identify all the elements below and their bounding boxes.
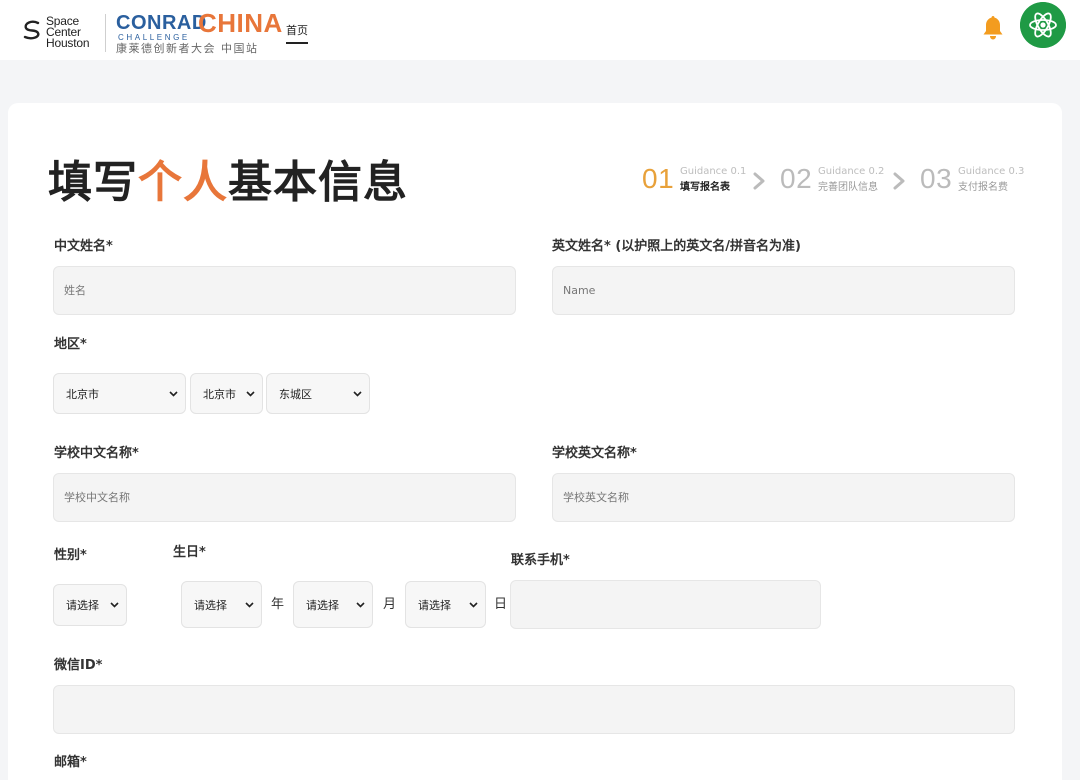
space-center-houston-logo[interactable]: Space Center Houston — [20, 14, 100, 52]
birth-month-value: 请选择 — [306, 598, 339, 612]
step-2-guidance: Guidance 0.2 — [818, 166, 885, 177]
step-2-name: 完善团队信息 — [818, 182, 878, 193]
chevron-down-icon — [353, 390, 362, 397]
email-label: 邮箱* — [54, 755, 87, 770]
step-1-name: 填写报名表 — [680, 182, 730, 193]
nav-home-link[interactable]: 首页 — [286, 24, 308, 38]
challenge-wordmark: CHALLENGE — [118, 33, 190, 42]
en-name-label: 英文姓名* (以护照上的英文名/拼音名为准) — [552, 239, 801, 254]
step-3-number: 03 — [920, 163, 953, 194]
space-center-houston-text: Space Center Houston — [46, 14, 90, 50]
step-3: 03 Guidance 0.3 支付报名费 — [920, 163, 1030, 197]
page-title: 填写个人基本信息 — [48, 157, 408, 208]
step-chevron-icon — [893, 172, 905, 190]
year-unit: 年 — [271, 597, 285, 612]
nav-active-underline — [286, 42, 308, 44]
gender-select[interactable]: 请选择 — [53, 584, 127, 626]
month-unit: 月 — [383, 597, 397, 612]
birth-year-value: 请选择 — [194, 598, 227, 612]
city-value: 北京市 — [203, 387, 236, 401]
conrad-wordmark: CONRAD — [116, 12, 207, 34]
school-en-input[interactable] — [552, 473, 1015, 522]
step-1: 01 Guidance 0.1 填写报名表 — [642, 163, 752, 197]
district-select[interactable]: 东城区 — [266, 373, 370, 414]
birth-month-select[interactable]: 请选择 — [293, 581, 373, 628]
step-1-guidance: Guidance 0.1 — [680, 166, 747, 177]
space-center-swirl-icon — [23, 20, 40, 40]
step-2-number: 02 — [780, 163, 813, 194]
chevron-down-icon — [469, 601, 478, 608]
day-unit: 日 — [494, 597, 508, 612]
chevron-down-icon — [169, 390, 178, 397]
gender-label: 性别* — [54, 548, 87, 563]
province-value: 北京市 — [66, 387, 99, 401]
conrad-challenge-china-logo[interactable]: CONRAD CHINA CHALLENGE 康莱德创新者大会 中国站 — [116, 10, 282, 56]
birthday-label: 生日* — [173, 545, 206, 560]
birth-day-value: 请选择 — [418, 598, 451, 612]
chevron-down-icon — [245, 601, 254, 608]
gender-value: 请选择 — [66, 599, 99, 612]
step-1-number: 01 — [642, 163, 675, 194]
school-en-label: 学校英文名称* — [552, 446, 637, 461]
province-select[interactable]: 北京市 — [53, 373, 186, 414]
birth-day-select[interactable]: 请选择 — [405, 581, 486, 628]
step-3-guidance: Guidance 0.3 — [958, 166, 1025, 177]
chevron-down-icon — [246, 390, 255, 397]
school-cn-input[interactable] — [53, 473, 516, 522]
school-cn-label: 学校中文名称* — [54, 446, 139, 461]
wechat-input[interactable] — [53, 685, 1015, 734]
region-label: 地区* — [54, 337, 87, 352]
step-chevron-icon — [753, 172, 765, 190]
atom-avatar-icon[interactable] — [1020, 2, 1066, 48]
step-3-name: 支付报名费 — [958, 182, 1008, 193]
cn-name-label: 中文姓名* — [54, 239, 113, 254]
step-2: 02 Guidance 0.2 完善团队信息 — [780, 163, 890, 197]
phone-label: 联系手机* — [511, 553, 570, 568]
cn-name-input[interactable] — [53, 266, 516, 315]
chevron-down-icon — [110, 602, 119, 608]
en-name-input[interactable] — [552, 266, 1015, 315]
top-navbar: Space Center Houston CONRAD CHINA CHALLE… — [0, 0, 1080, 60]
conrad-chinese-subtitle: 康莱德创新者大会 中国站 — [116, 42, 259, 55]
wechat-label: 微信ID* — [54, 658, 103, 673]
logo-divider — [105, 14, 106, 52]
birth-year-select[interactable]: 请选择 — [181, 581, 262, 628]
district-value: 东城区 — [279, 387, 312, 401]
bell-icon[interactable] — [981, 14, 1005, 42]
chevron-down-icon — [356, 601, 365, 608]
phone-input[interactable] — [510, 580, 821, 629]
china-wordmark: CHINA — [198, 8, 283, 38]
city-select[interactable]: 北京市 — [190, 373, 263, 414]
